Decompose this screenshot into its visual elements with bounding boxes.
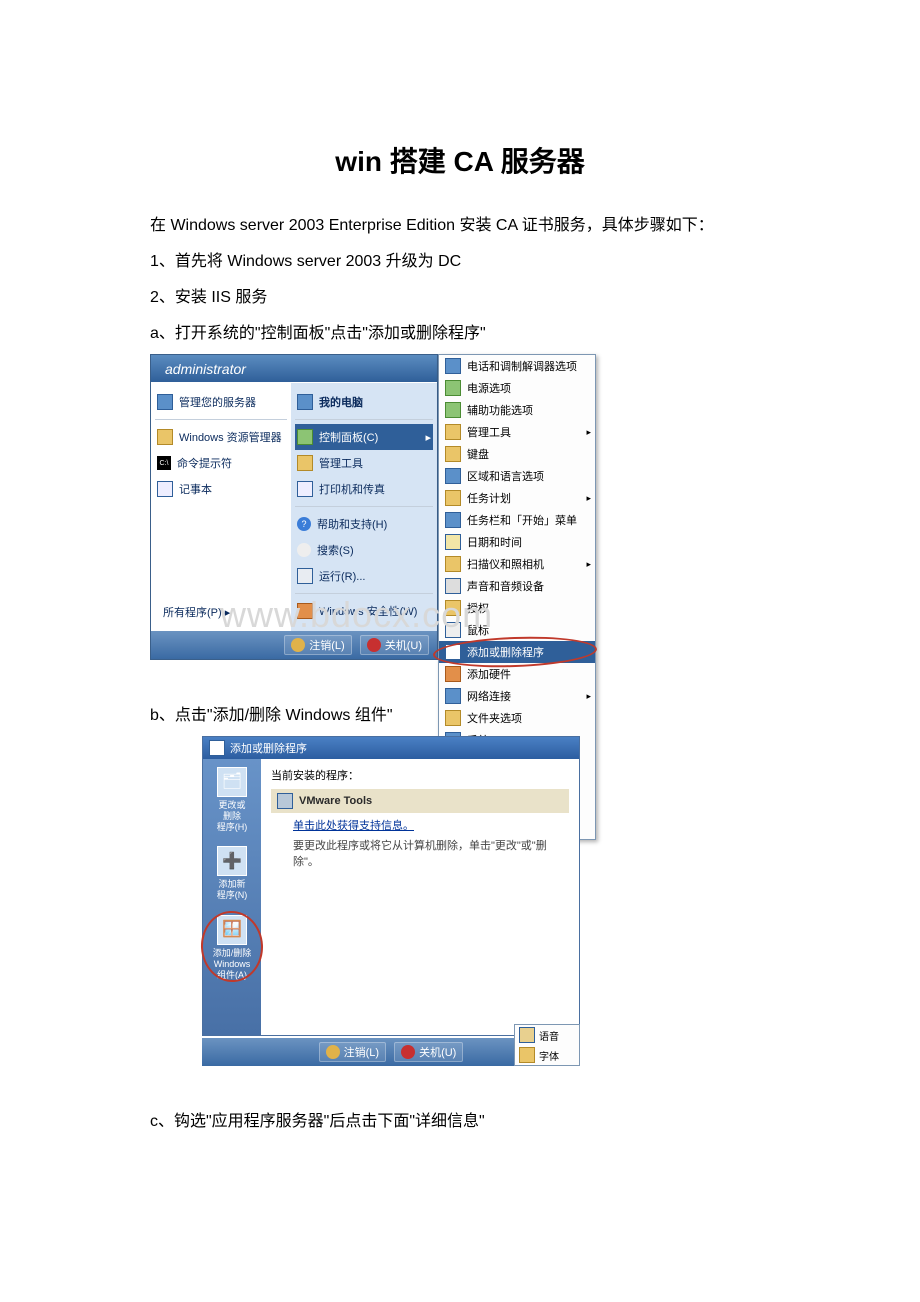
my-computer[interactable]: 我的电脑 [295, 389, 433, 415]
sm-folder-options[interactable]: 文件夹选项 [439, 707, 595, 729]
step-1: 1、首先将 Windows server 2003 升级为 DC [150, 246, 770, 278]
side-panel: 🗂 更改或删除程序(H) ➕ 添加新程序(N) 🪟 添加/删除Windows组件… [203, 759, 261, 1035]
search[interactable]: 搜索(S) [295, 537, 433, 563]
startmenu-user: administrator [151, 355, 437, 383]
side-add-new[interactable]: ➕ 添加新程序(N) [207, 846, 257, 901]
pin-notepad[interactable]: 记事本 [155, 476, 287, 502]
sm-licensing[interactable]: 授权 [439, 597, 595, 619]
windows-components-icon: 🪟 [217, 915, 247, 945]
sm-admin-tools[interactable]: 管理工具▸ [439, 421, 595, 443]
logoff-button[interactable]: 注销(L) [284, 635, 351, 655]
pin-manage-server[interactable]: 管理您的服务器 [155, 389, 287, 415]
change-remove-note: 要更改此程序或将它从计算机删除，单击"更改"或"删除"。 [293, 837, 569, 869]
all-programs[interactable]: 所有程序(P) ▸ [161, 599, 232, 625]
window-icon [209, 740, 225, 756]
tiny-menu-fragment: 语音 字体 [514, 1024, 580, 1066]
tiny-fonts[interactable]: 字体 [515, 1045, 579, 1065]
sm-regional[interactable]: 区域和语言选项 [439, 465, 595, 487]
doc-title: win 搭建 CA 服务器 [150, 140, 770, 180]
side-change-remove[interactable]: 🗂 更改或删除程序(H) [207, 767, 257, 832]
screenshot-start-menu: administrator 管理您的服务器 Windows 资源管理器 C:\命… [150, 354, 596, 660]
admin-tools[interactable]: 管理工具 [295, 450, 433, 476]
program-icon [277, 793, 293, 809]
step-2: 2、安装 IIS 服务 [150, 282, 770, 314]
window-titlebar: 添加或删除程序 [203, 737, 579, 759]
sm-power[interactable]: 电源选项 [439, 377, 595, 399]
control-panel[interactable]: 控制面板(C)▸ [295, 424, 433, 450]
sm-keyboard[interactable]: 键盘 [439, 443, 595, 465]
sm-phone-modem[interactable]: 电话和调制解调器选项 [439, 355, 595, 377]
program-row-vmware-tools[interactable]: VMware Tools [271, 789, 569, 813]
sm-add-hardware[interactable]: 添加硬件 [439, 663, 595, 685]
sm-mouse[interactable]: 鼠标 [439, 619, 595, 641]
step-c: c、钩选"应用程序服务器"后点击下面"详细信息" [150, 1106, 770, 1138]
change-remove-icon: 🗂 [217, 767, 247, 797]
add-new-icon: ➕ [217, 846, 247, 876]
intro: 在 Windows server 2003 Enterprise Edition… [150, 210, 770, 242]
shutdown-button[interactable]: 关机(U) [360, 635, 429, 655]
pin-cmd[interactable]: C:\命令提示符 [155, 450, 287, 476]
sm-add-remove-programs[interactable]: 添加或删除程序 [439, 641, 595, 663]
installed-header: 当前安装的程序： [271, 767, 569, 783]
support-link[interactable]: 单击此处获得支持信息。 [293, 817, 414, 833]
step-a: a、打开系统的"控制面板"点击"添加或删除程序" [150, 318, 770, 350]
help-support[interactable]: ?帮助和支持(H) [295, 511, 433, 537]
sm-date-time[interactable]: 日期和时间 [439, 531, 595, 553]
side-windows-components[interactable]: 🪟 添加/删除Windows组件(A) [207, 915, 257, 980]
shutdown-button[interactable]: 关机(U) [394, 1042, 463, 1062]
sm-network-connections[interactable]: 网络连接▸ [439, 685, 595, 707]
windows-security[interactable]: Windows 安全性(W) [295, 598, 433, 624]
sm-scheduled-tasks[interactable]: 任务计划▸ [439, 487, 595, 509]
sm-sounds[interactable]: 声音和音频设备 [439, 575, 595, 597]
logoff-button[interactable]: 注销(L) [319, 1042, 386, 1062]
sm-taskbar-start[interactable]: 任务栏和「开始」菜单 [439, 509, 595, 531]
printers-faxes[interactable]: 打印机和传真 [295, 476, 433, 502]
run[interactable]: 运行(R)... [295, 563, 433, 589]
screenshot-add-remove-programs: 添加或删除程序 🗂 更改或删除程序(H) ➕ 添加新程序(N) 🪟 添加/删除W… [202, 736, 580, 1066]
sm-accessibility[interactable]: 辅助功能选项 [439, 399, 595, 421]
tiny-speech[interactable]: 语音 [515, 1025, 579, 1045]
sm-scanners-cameras[interactable]: 扫描仪和照相机▸ [439, 553, 595, 575]
pin-explorer[interactable]: Windows 资源管理器 [155, 424, 287, 450]
